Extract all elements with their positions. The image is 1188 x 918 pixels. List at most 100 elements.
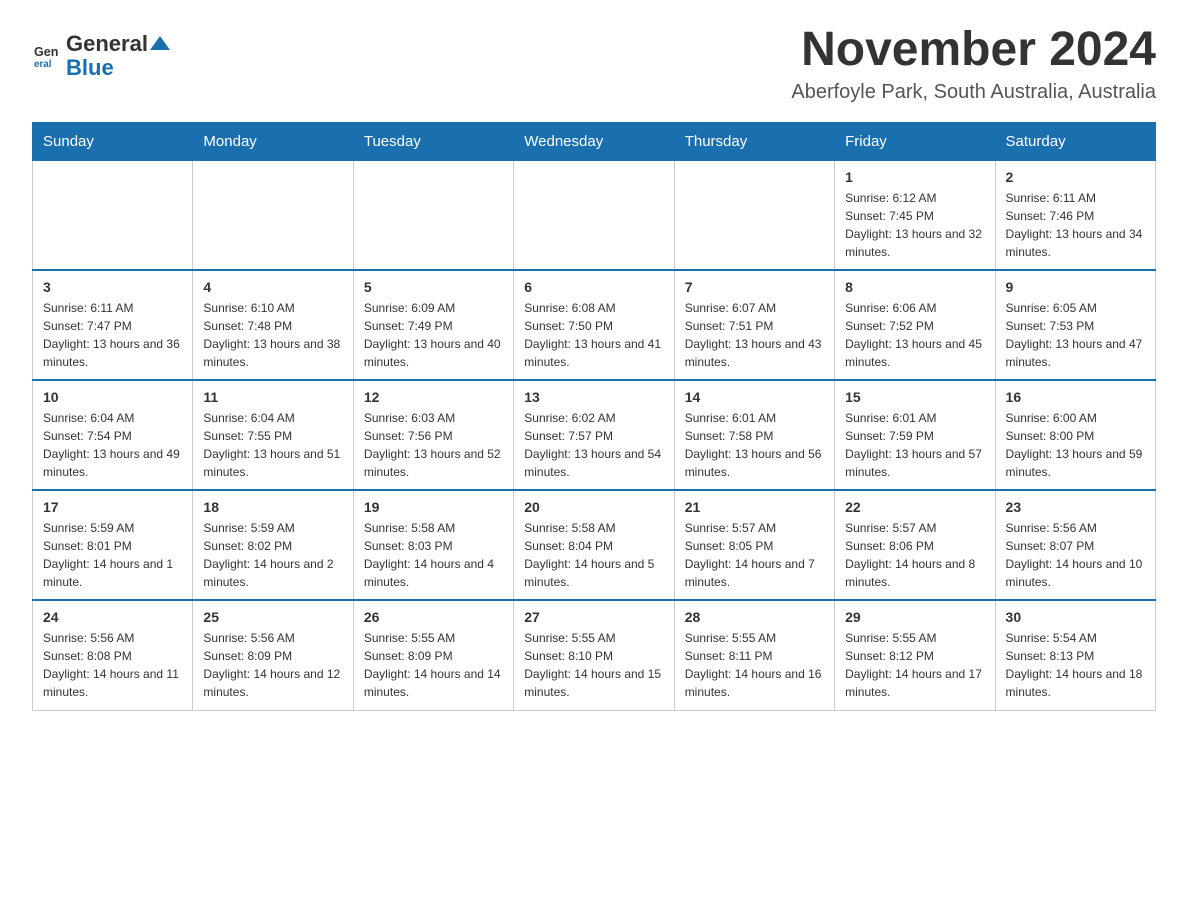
day-number: 5 [364,279,503,295]
day-info: Sunrise: 6:02 AMSunset: 7:57 PMDaylight:… [524,409,663,481]
day-info: Sunrise: 5:56 AMSunset: 8:08 PMDaylight:… [43,629,182,701]
day-number: 18 [203,499,342,515]
day-info: Sunrise: 5:56 AMSunset: 8:07 PMDaylight:… [1006,519,1145,591]
day-info: Sunrise: 5:57 AMSunset: 8:05 PMDaylight:… [685,519,824,591]
svg-text:eral: eral [34,59,52,70]
day-cell: 14 Sunrise: 6:01 AMSunset: 7:58 PMDayligh… [674,380,834,490]
day-info: Sunrise: 6:12 AMSunset: 7:45 PMDaylight:… [845,189,984,261]
day-cell: 5 Sunrise: 6:09 AMSunset: 7:49 PMDaylight… [353,270,513,380]
day-number: 11 [203,389,342,405]
day-info: Sunrise: 6:04 AMSunset: 7:54 PMDaylight:… [43,409,182,481]
day-number: 6 [524,279,663,295]
day-cell: 1 Sunrise: 6:12 AMSunset: 7:45 PMDaylight… [835,160,995,270]
day-number: 27 [524,609,663,625]
day-info: Sunrise: 5:55 AMSunset: 8:11 PMDaylight:… [685,629,824,701]
day-info: Sunrise: 6:01 AMSunset: 7:58 PMDaylight:… [685,409,824,481]
location-subtitle: Aberfoyle Park, South Australia, Austral… [791,81,1156,104]
column-header-tuesday: Tuesday [353,122,513,160]
logo-general-text: General [66,31,148,56]
day-number: 3 [43,279,182,295]
day-cell: 13 Sunrise: 6:02 AMSunset: 7:57 PMDayligh… [514,380,674,490]
week-row-2: 3 Sunrise: 6:11 AMSunset: 7:47 PMDaylight… [33,270,1156,380]
page-header: Gen eral General Blue November 2024 Aber… [32,24,1156,104]
day-info: Sunrise: 6:08 AMSunset: 7:50 PMDaylight:… [524,299,663,371]
day-cell: 22 Sunrise: 5:57 AMSunset: 8:06 PMDayligh… [835,490,995,600]
day-info: Sunrise: 5:54 AMSunset: 8:13 PMDaylight:… [1006,629,1145,701]
day-info: Sunrise: 5:58 AMSunset: 8:03 PMDaylight:… [364,519,503,591]
day-number: 1 [845,169,984,185]
column-header-saturday: Saturday [995,122,1155,160]
day-cell: 26 Sunrise: 5:55 AMSunset: 8:09 PMDayligh… [353,600,513,710]
title-area: November 2024 Aberfoyle Park, South Aust… [791,24,1156,104]
day-info: Sunrise: 6:11 AMSunset: 7:47 PMDaylight:… [43,299,182,371]
logo-triangle-icon [150,36,170,50]
day-cell: 11 Sunrise: 6:04 AMSunset: 7:55 PMDayligh… [193,380,353,490]
day-number: 13 [524,389,663,405]
day-cell [514,160,674,270]
day-cell: 30 Sunrise: 5:54 AMSunset: 8:13 PMDayligh… [995,600,1155,710]
week-row-3: 10 Sunrise: 6:04 AMSunset: 7:54 PMDayligh… [33,380,1156,490]
day-cell: 18Sunrise: 5:59 AMSunset: 8:02 PMDayligh… [193,490,353,600]
day-info: Sunrise: 6:09 AMSunset: 7:49 PMDaylight:… [364,299,503,371]
day-cell: 29Sunrise: 5:55 AMSunset: 8:12 PMDayligh… [835,600,995,710]
day-info: Sunrise: 5:55 AMSunset: 8:09 PMDaylight:… [364,629,503,701]
day-number: 24 [43,609,182,625]
column-header-friday: Friday [835,122,995,160]
day-number: 28 [685,609,824,625]
day-info: Sunrise: 6:00 AMSunset: 8:00 PMDaylight:… [1006,409,1145,481]
week-row-5: 24 Sunrise: 5:56 AMSunset: 8:08 PMDayligh… [33,600,1156,710]
calendar-table: SundayMondayTuesdayWednesdayThursdayFrid… [32,122,1156,711]
day-cell: 19Sunrise: 5:58 AMSunset: 8:03 PMDayligh… [353,490,513,600]
day-cell: 10 Sunrise: 6:04 AMSunset: 7:54 PMDayligh… [33,380,193,490]
day-info: Sunrise: 6:06 AMSunset: 7:52 PMDaylight:… [845,299,984,371]
day-cell [33,160,193,270]
day-info: Sunrise: 5:59 AMSunset: 8:01 PMDaylight:… [43,519,182,591]
day-cell: 6 Sunrise: 6:08 AMSunset: 7:50 PMDaylight… [514,270,674,380]
week-row-4: 17Sunrise: 5:59 AMSunset: 8:01 PMDayligh… [33,490,1156,600]
day-number: 21 [685,499,824,515]
day-cell [674,160,834,270]
logo-icon: Gen eral [34,42,62,70]
day-info: Sunrise: 6:10 AMSunset: 7:48 PMDaylight:… [203,299,342,371]
column-header-sunday: Sunday [33,122,193,160]
column-header-monday: Monday [193,122,353,160]
day-cell: 2Sunrise: 6:11 AMSunset: 7:46 PMDaylight… [995,160,1155,270]
column-header-thursday: Thursday [674,122,834,160]
day-number: 15 [845,389,984,405]
day-number: 29 [845,609,984,625]
calendar-header-row: SundayMondayTuesdayWednesdayThursdayFrid… [33,122,1156,160]
day-number: 23 [1006,499,1145,515]
day-cell: 21 Sunrise: 5:57 AMSunset: 8:05 PMDayligh… [674,490,834,600]
day-info: Sunrise: 5:55 AMSunset: 8:10 PMDaylight:… [524,629,663,701]
day-number: 4 [203,279,342,295]
logo: Gen eral General Blue [32,32,172,80]
day-info: Sunrise: 6:05 AMSunset: 7:53 PMDaylight:… [1006,299,1145,371]
day-number: 26 [364,609,503,625]
day-cell: 28 Sunrise: 5:55 AMSunset: 8:11 PMDayligh… [674,600,834,710]
day-info: Sunrise: 6:11 AMSunset: 7:46 PMDaylight:… [1006,189,1145,261]
week-row-1: 1 Sunrise: 6:12 AMSunset: 7:45 PMDaylight… [33,160,1156,270]
day-cell: 12 Sunrise: 6:03 AMSunset: 7:56 PMDayligh… [353,380,513,490]
day-number: 30 [1006,609,1145,625]
day-number: 10 [43,389,182,405]
day-cell: 9 Sunrise: 6:05 AMSunset: 7:53 PMDaylight… [995,270,1155,380]
day-number: 16 [1006,389,1145,405]
day-cell: 20Sunrise: 5:58 AMSunset: 8:04 PMDayligh… [514,490,674,600]
day-cell: 4 Sunrise: 6:10 AMSunset: 7:48 PMDaylight… [193,270,353,380]
month-title: November 2024 [791,24,1156,77]
day-info: Sunrise: 6:03 AMSunset: 7:56 PMDaylight:… [364,409,503,481]
day-number: 14 [685,389,824,405]
day-cell: 25Sunrise: 5:56 AMSunset: 8:09 PMDayligh… [193,600,353,710]
day-number: 9 [1006,279,1145,295]
column-header-wednesday: Wednesday [514,122,674,160]
day-number: 12 [364,389,503,405]
day-cell: 23 Sunrise: 5:56 AMSunset: 8:07 PMDayligh… [995,490,1155,600]
day-info: Sunrise: 5:58 AMSunset: 8:04 PMDaylight:… [524,519,663,591]
day-cell: 3 Sunrise: 6:11 AMSunset: 7:47 PMDaylight… [33,270,193,380]
day-number: 22 [845,499,984,515]
day-info: Sunrise: 5:57 AMSunset: 8:06 PMDaylight:… [845,519,984,591]
day-info: Sunrise: 5:56 AMSunset: 8:09 PMDaylight:… [203,629,342,701]
day-info: Sunrise: 6:04 AMSunset: 7:55 PMDaylight:… [203,409,342,481]
day-cell [193,160,353,270]
day-info: Sunrise: 6:07 AMSunset: 7:51 PMDaylight:… [685,299,824,371]
